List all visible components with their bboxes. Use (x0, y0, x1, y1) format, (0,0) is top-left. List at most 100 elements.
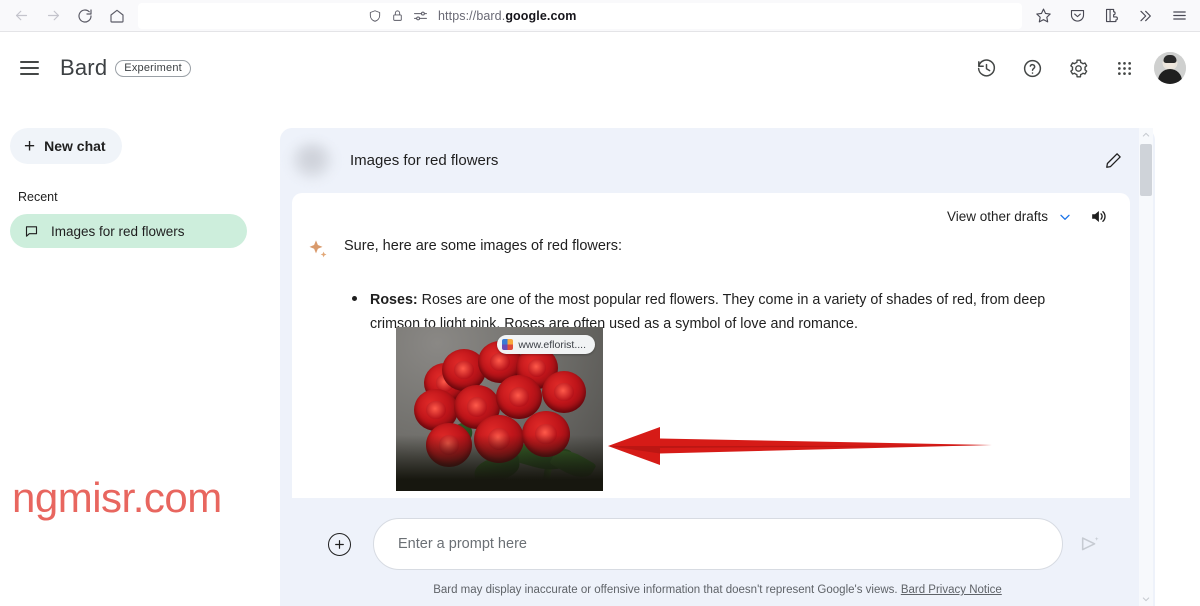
help-icon (1023, 59, 1041, 77)
browser-toolbar: https://bard.google.com (0, 0, 1200, 32)
composer-row: Enter a prompt here (280, 502, 1155, 570)
speaker-icon (1092, 210, 1106, 223)
home-button[interactable] (102, 2, 132, 30)
sidebar-item-images-for-red-flowers[interactable]: Images for red flowers (10, 214, 247, 248)
overflow-button[interactable] (1130, 2, 1160, 30)
product-name: Bard (60, 55, 108, 80)
prompt-title: Images for red flowers (350, 152, 499, 169)
extensions-icon (1105, 8, 1118, 23)
address-bar-icons (368, 9, 428, 23)
conversation-scrollbar[interactable] (1139, 128, 1153, 606)
menu-line (19, 73, 39, 75)
reload-button[interactable] (70, 2, 100, 30)
pencil-icon (1105, 152, 1121, 168)
chat-bubble-icon (24, 224, 39, 239)
bard-page: Bard Experiment + New chat Recent Images… (0, 32, 1200, 606)
help-button[interactable] (1012, 48, 1052, 88)
image-attribution-badge[interactable]: www.eflorist.... (497, 335, 595, 354)
back-arrow-icon (15, 10, 27, 21)
composer: Enter a prompt here Bard may display ina… (280, 502, 1155, 606)
star-icon (1035, 8, 1051, 23)
plus-circle-icon (335, 539, 344, 549)
google-apps-button[interactable] (1104, 48, 1144, 88)
header-actions (966, 48, 1200, 88)
shield-icon[interactable] (368, 9, 382, 23)
recent-section-label: Recent (18, 190, 58, 204)
address-bar[interactable]: https://bard.google.com (138, 2, 1022, 29)
scroll-down-icon (1142, 597, 1150, 602)
plus-icon: + (24, 135, 36, 157)
disclaimer-text: Bard may display inaccurate or offensive… (433, 584, 898, 596)
bard-header: Bard Experiment (0, 32, 1200, 104)
avatar[interactable] (1154, 52, 1186, 84)
answer-body: Sure, here are some images of red flower… (292, 226, 1130, 491)
avatar-hair (1163, 55, 1177, 64)
scroll-up-button[interactable] (1139, 128, 1153, 142)
apps-grid-icon (1117, 61, 1131, 75)
main-menu-button[interactable] (8, 47, 50, 89)
listen-button[interactable] (1089, 207, 1108, 226)
privacy-notice-link[interactable]: Bard Privacy Notice (901, 584, 1002, 596)
sidebar-item-label: Images for red flowers (51, 223, 185, 239)
back-button[interactable] (6, 2, 36, 30)
lock-icon[interactable] (391, 9, 404, 22)
history-icon (977, 58, 995, 76)
chevron-down-icon (1060, 214, 1070, 220)
settings-button[interactable] (1058, 48, 1098, 88)
permissions-icon[interactable] (413, 10, 428, 22)
url-text: https://bard.google.com (438, 9, 576, 23)
browser-toolbar-right (1028, 2, 1200, 30)
prompt-placeholder: Enter a prompt here (398, 536, 527, 552)
home-icon (110, 9, 124, 23)
image-attribution-text: www.eflorist.... (518, 338, 586, 351)
forward-button[interactable] (38, 2, 68, 30)
drafts-row: View other drafts (292, 193, 1130, 226)
scroll-thumb[interactable] (1140, 144, 1152, 196)
scroll-down-button[interactable] (1139, 592, 1153, 606)
menu-line (19, 67, 39, 69)
extensions-button[interactable] (1096, 2, 1126, 30)
edit-prompt-button[interactable] (1097, 144, 1129, 176)
user-avatar-blurred (290, 141, 334, 180)
answer-intro-row: Sure, here are some images of red flower… (292, 236, 1130, 262)
sidebar: + New chat Recent Images for red flowers (0, 104, 270, 606)
answer-intro-text: Sure, here are some images of red flower… (344, 238, 623, 254)
app-menu-button[interactable] (1164, 2, 1194, 30)
url-prefix: https://bard. (438, 8, 506, 23)
add-attachment-button[interactable] (328, 532, 351, 556)
view-other-drafts-button[interactable]: View other drafts (947, 209, 1073, 225)
disclaimer: Bard may display inaccurate or offensive… (280, 584, 1155, 596)
menu-line (19, 61, 39, 63)
new-chat-button[interactable]: + New chat (10, 128, 122, 164)
url-domain: google.com (505, 8, 577, 23)
watermark: ngmisr.com (12, 474, 222, 521)
reload-icon (78, 8, 92, 23)
bullet-term: Roses: (370, 292, 418, 308)
bullet-description: Roses are one of the most popular red fl… (370, 292, 1046, 332)
conversation-panel: Images for red flowers View other drafts (280, 128, 1155, 606)
rose (542, 371, 586, 413)
bookmark-button[interactable] (1028, 2, 1058, 30)
image-vignette (396, 435, 603, 491)
activity-history-button[interactable] (966, 48, 1006, 88)
forward-arrow-icon (47, 10, 59, 21)
send-button[interactable] (1079, 533, 1101, 555)
view-other-drafts-label: View other drafts (946, 209, 1048, 224)
annotation-arrow (608, 427, 992, 465)
roses-image[interactable]: www.eflorist.... (396, 327, 603, 491)
chevron-double-right-icon (1140, 10, 1151, 21)
pocket-icon (1070, 9, 1084, 22)
site-favicon-icon (502, 339, 514, 350)
pocket-button[interactable] (1062, 2, 1092, 30)
experiment-badge: Experiment (115, 59, 191, 77)
hamburger-menu-icon (1172, 11, 1186, 20)
bard-sparkle-icon (309, 240, 327, 258)
prompt-input[interactable]: Enter a prompt here (373, 518, 1063, 570)
bullet-dot (352, 296, 357, 301)
browser-nav-buttons (0, 2, 132, 30)
gear-icon (1069, 58, 1087, 78)
new-chat-label: New chat (44, 138, 106, 154)
prompt-header: Images for red flowers (280, 128, 1155, 193)
scroll-up-icon (1142, 132, 1150, 137)
send-icon (1081, 536, 1099, 551)
